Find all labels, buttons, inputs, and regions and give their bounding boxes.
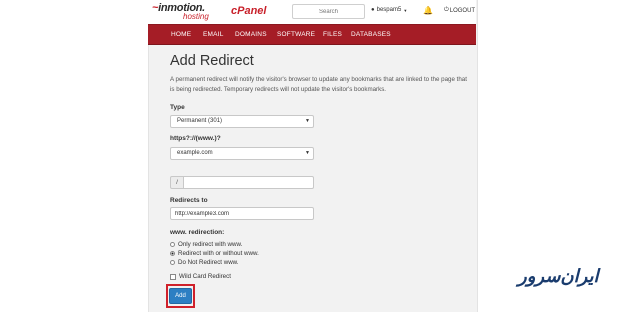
redirects-to-input[interactable] [170, 207, 314, 220]
nav-item-home[interactable]: HOME [171, 31, 191, 38]
radio-button[interactable] [170, 260, 175, 265]
chevron-down-icon: ▼ [305, 118, 310, 124]
logout-link[interactable]: ⏻ LOGOUT [444, 7, 475, 14]
domain-select[interactable]: example.com ▼ [170, 147, 314, 160]
nav-item-databases[interactable]: DATABASES [351, 31, 391, 38]
path-prefix: / [170, 176, 184, 189]
www-redirection-label: www. redirection: [170, 229, 225, 236]
radio-label: Do Not Redirect www. [178, 259, 239, 266]
main-nav: HOME EMAIL DOMAINS SOFTWARE FILES DATABA… [148, 24, 476, 45]
user-menu[interactable]: ● bespam5 ▼ [371, 7, 407, 13]
type-select[interactable]: Permanent (301) ▼ [170, 115, 314, 128]
type-select-value: Permanent (301) [177, 118, 223, 124]
radio-do-not-redirect-www[interactable]: Do Not Redirect www. [170, 259, 239, 266]
nav-item-software[interactable]: SOFTWARE [277, 31, 315, 38]
chevron-down-icon: ▼ [305, 150, 310, 156]
nav-item-files[interactable]: FILES [323, 31, 342, 38]
radio-only-www[interactable]: Only redirect with www. [170, 241, 242, 248]
wildcard-checkbox[interactable] [170, 273, 176, 280]
wildcard-label: Wild Card Redirect [179, 273, 231, 280]
wildcard-redirect-option[interactable]: Wild Card Redirect [170, 273, 231, 280]
radio-button-selected[interactable] [170, 251, 175, 256]
add-button[interactable]: Add [169, 288, 192, 304]
type-label: Type [170, 104, 185, 111]
watermark-logo: ایران‌سرور [518, 266, 599, 287]
page-description: A permanent redirect will notify the vis… [170, 76, 467, 93]
bell-icon[interactable]: 🔔 [423, 6, 433, 15]
radio-label: Only redirect with www. [178, 241, 243, 248]
redirects-to-label: Redirects to [170, 197, 208, 204]
search-input[interactable] [292, 4, 365, 19]
nav-item-domains[interactable]: DOMAINS [235, 31, 267, 38]
user-icon: ● [371, 7, 375, 13]
chevron-down-icon: ▼ [403, 7, 408, 13]
username-label: bespam5 [376, 7, 402, 13]
domain-select-value: example.com [177, 150, 213, 156]
inmotion-logo-sub: hosting [183, 12, 209, 21]
domain-label: https?://(www.)? [170, 135, 221, 142]
path-input[interactable] [183, 176, 314, 189]
logout-label: LOGOUT [449, 7, 476, 14]
nav-item-email[interactable]: EMAIL [203, 31, 224, 38]
logout-icon: ⏻ [444, 7, 449, 13]
page-title: Add Redirect [170, 53, 254, 69]
radio-with-or-without-www[interactable]: Redirect with or without www. [170, 250, 259, 257]
radio-button[interactable] [170, 242, 175, 247]
cpanel-logo[interactable]: cPanel [231, 5, 266, 17]
radio-label: Redirect with or without www. [178, 250, 259, 257]
